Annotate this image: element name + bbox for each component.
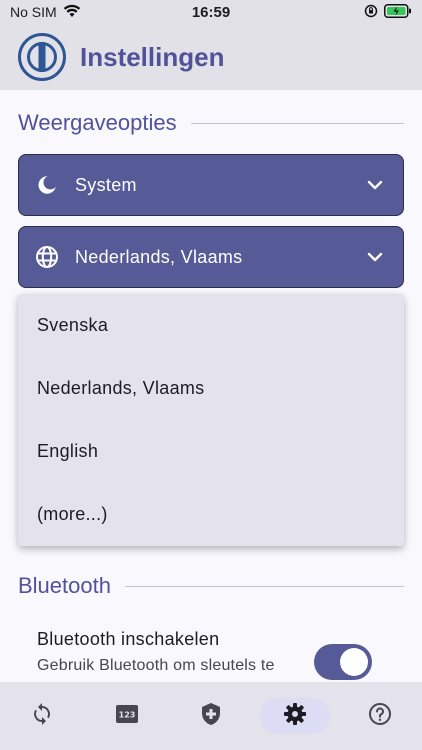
theme-dropdown-value: System (75, 174, 137, 195)
nav-item-shield[interactable] (176, 698, 246, 734)
status-left: No SIM (10, 4, 81, 21)
menu-item-nederlands[interactable]: Nederlands, Vlaams (18, 357, 404, 420)
section-header-display: Weergaveopties (18, 110, 404, 136)
status-bar: No SIM 16:59 (0, 0, 422, 24)
help-icon (368, 702, 392, 731)
theme-dropdown[interactable]: System (18, 154, 404, 216)
bluetooth-enable-subtitle: Gebruik Bluetooth om sleutels te (37, 657, 275, 674)
orientation-lock-icon (364, 4, 378, 21)
menu-item-english[interactable]: English (18, 420, 404, 483)
globe-icon (35, 245, 59, 269)
page-title: Instellingen (80, 41, 225, 72)
refresh-icon (30, 702, 54, 731)
section-divider (190, 122, 404, 124)
app-logo (18, 33, 66, 81)
menu-item-more[interactable]: (more...) (18, 483, 404, 546)
bluetooth-toggle[interactable] (314, 644, 372, 680)
carrier-label: No SIM (10, 4, 57, 20)
status-time: 16:59 (191, 3, 231, 21)
nav-item-numeric[interactable]: 123 (92, 698, 162, 734)
nav-item-settings[interactable] (260, 698, 331, 734)
wifi-icon (63, 4, 81, 21)
chevron-down-icon (365, 175, 385, 195)
gear-icon (283, 702, 307, 731)
battery-icon (384, 3, 412, 21)
shield-plus-icon (200, 702, 222, 731)
menu-item-svenska[interactable]: Svenska (18, 294, 404, 357)
toggle-knob (340, 648, 368, 676)
language-dropdown-value: Nederlands, Vlaams (75, 246, 243, 267)
status-right (364, 3, 412, 21)
section-divider (124, 585, 404, 587)
bluetooth-enable-title: Bluetooth inschakelen (37, 629, 220, 649)
section-title-display: Weergaveopties (18, 110, 177, 135)
section-header-bluetooth: Bluetooth (18, 573, 404, 599)
chevron-down-icon (365, 247, 385, 267)
nav-item-help[interactable] (345, 698, 415, 734)
section-title-bluetooth: Bluetooth (18, 573, 111, 598)
language-dropdown[interactable]: Nederlands, Vlaams (18, 226, 404, 288)
numeric-icon: 123 (115, 704, 139, 729)
language-menu: Svenska Nederlands, Vlaams English (more… (18, 294, 404, 546)
svg-text:123: 123 (118, 710, 135, 719)
app-header: Instellingen (0, 24, 422, 90)
bottom-nav: 123 (0, 682, 422, 750)
nav-item-sync[interactable] (7, 698, 77, 734)
moon-icon (35, 173, 59, 197)
